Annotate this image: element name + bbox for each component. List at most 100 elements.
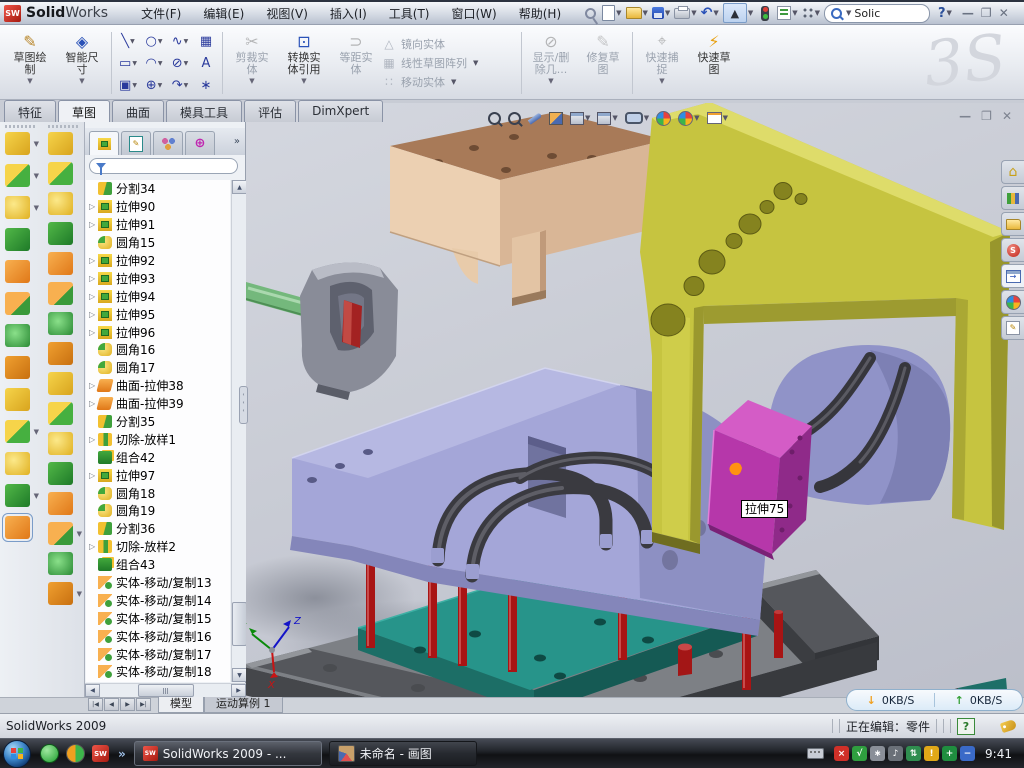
doc-tab-模型[interactable]: 模型 [158, 697, 204, 713]
tree-item[interactable]: 圆角18 [86, 484, 230, 502]
tree-item[interactable]: ▷曲面-拉伸38 [86, 377, 230, 395]
feature-toolbar-icon[interactable] [48, 462, 73, 485]
taskbar-task-SolidWorks 2009 - ...[interactable]: SWSolidWorks 2009 - ... [134, 741, 322, 766]
help-button[interactable]: ? [938, 6, 946, 21]
tree-item[interactable]: 实体-移动/复制17 [86, 645, 230, 663]
tree-vertical-scrollbar[interactable]: ▲ ▼ [231, 180, 246, 682]
feature-toolbar-icon[interactable] [48, 132, 73, 155]
menu-帮助H[interactable]: 帮助(H) [508, 1, 572, 26]
shield-plus-icon[interactable]: + [942, 746, 957, 761]
annotations-icon[interactable]: ▼ [707, 112, 728, 124]
tree-item[interactable]: ▷拉伸95 [86, 305, 230, 323]
feature-toolbar-icon[interactable] [48, 342, 73, 365]
scroll-up-button[interactable]: ▲ [232, 180, 247, 194]
tab-特征[interactable]: 特征 [4, 100, 56, 122]
tree-item[interactable]: 组合42 [86, 448, 230, 466]
feature-toolbar-icon[interactable] [48, 252, 73, 275]
dropdown-icon[interactable]: ▼ [249, 77, 254, 85]
propertymanager-tab[interactable]: ✎ [121, 131, 151, 155]
restore-button[interactable]: ❐ [981, 7, 992, 19]
tree-item[interactable]: ▷切除-放样2 [86, 538, 230, 556]
feature-toolbar-icon[interactable]: ▼ [5, 132, 30, 155]
tree-item[interactable]: 圆角15 [86, 234, 230, 252]
dimxpertmanager-tab[interactable]: ⊕ [185, 131, 215, 155]
expand-arrow-icon[interactable]: ▷ [89, 310, 98, 319]
tree-horizontal-scrollbar[interactable]: ◀ ▶ [85, 683, 246, 697]
security-ball-icon[interactable] [66, 744, 85, 763]
scene-icon[interactable]: ▼ [678, 111, 699, 126]
menu-工具T[interactable]: 工具(T) [378, 1, 441, 26]
feature-toolbar-icon[interactable] [48, 222, 73, 245]
sketch-entity-icon[interactable]: ╲▼ [115, 30, 141, 52]
hide-show-items-icon[interactable]: ▼ [625, 112, 649, 124]
menu-视图V[interactable]: 视图(V) [255, 1, 319, 26]
tree-item[interactable]: ▷拉伸96 [86, 323, 230, 341]
start-button[interactable] [3, 740, 31, 768]
undo-icon[interactable]: ↶▼ [701, 4, 719, 22]
minimize-button[interactable]: — [962, 7, 974, 19]
section-view-icon[interactable] [528, 116, 542, 121]
sketch-entity-icon[interactable]: A [193, 52, 219, 74]
doc-nav-button[interactable]: ◀ [104, 698, 119, 711]
scroll-right-button[interactable]: ▶ [231, 684, 246, 697]
menu-编辑E[interactable]: 编辑(E) [192, 1, 255, 26]
file-explorer-icon[interactable] [1001, 212, 1024, 236]
appearances-sphere-icon[interactable] [1001, 290, 1024, 314]
firewall-shield-icon[interactable]: √ [852, 746, 867, 761]
taskbar-task-未命名 - 画图[interactable]: 未命名 - 画图 [329, 741, 477, 766]
shadow-view-icon[interactable] [549, 112, 563, 125]
feature-toolbar-icon[interactable] [48, 552, 73, 575]
antivirus-shield-icon[interactable]: × [834, 746, 849, 761]
feature-toolbar-icon[interactable] [5, 292, 30, 315]
sketch-entity-icon[interactable]: ⊕▼ [141, 74, 167, 96]
sketch-entity-icon[interactable]: ↷▼ [167, 74, 193, 96]
menu-窗口W[interactable]: 窗口(W) [441, 1, 508, 26]
blocked-icon[interactable]: − [960, 746, 975, 761]
toolbar-button-快速草图[interactable]: ⚡快速草 图 [688, 27, 740, 99]
feature-toolbar-icon[interactable]: ▼ [5, 196, 30, 219]
graphics-viewport[interactable]: Z Y X ▼▼▼▼▼ — ❐ ✕ ⌂S→✎ 拉伸75 [246, 103, 1024, 697]
display-style-icon[interactable]: ▼ [570, 112, 590, 125]
tree-item[interactable]: 实体-移动/复制16 [86, 627, 230, 645]
feature-toolbar-icon[interactable] [48, 162, 73, 185]
feature-toolbar-icon[interactable] [48, 192, 73, 215]
search-input[interactable]: ▼ Solic [824, 4, 930, 23]
tree-item[interactable]: 分割34 [86, 180, 230, 198]
doc-minimize-button[interactable]: — [959, 109, 971, 123]
feature-toolbar-icon[interactable] [5, 388, 30, 411]
sketch-entity-icon[interactable]: ◠▼ [141, 52, 167, 74]
feature-toolbar-icon[interactable] [5, 356, 30, 379]
tree-item[interactable]: 分割36 [86, 520, 230, 538]
tree-item[interactable]: ▷拉伸91 [86, 216, 230, 234]
expand-arrow-icon[interactable]: ▷ [89, 542, 98, 551]
tree-item[interactable]: 圆角17 [86, 359, 230, 377]
view-orientation-icon[interactable]: ▼ [597, 112, 617, 125]
scroll-thumb[interactable] [138, 684, 194, 697]
feature-toolbar-icon[interactable] [48, 282, 73, 305]
feature-toolbar-icon[interactable] [5, 324, 30, 347]
feature-toolbar-icon[interactable] [48, 372, 73, 395]
expand-arrow-icon[interactable]: ▷ [89, 274, 98, 283]
zoom-area-icon[interactable] [508, 112, 521, 125]
new-document-icon[interactable]: ▼ [602, 4, 621, 22]
3d-model-canvas[interactable]: Z Y X [246, 103, 1024, 697]
tree-item[interactable]: 圆角16 [86, 341, 230, 359]
expand-arrow-icon[interactable]: ▷ [89, 292, 98, 301]
toolbar-button-移动实体[interactable]: ∷移动实体▼ [382, 74, 518, 90]
dropdown-icon[interactable]: ▼ [301, 77, 306, 85]
tab-模具工具[interactable]: 模具工具 [166, 100, 242, 122]
tree-item[interactable]: ▷拉伸97 [86, 466, 230, 484]
panel-expand-button[interactable]: » [234, 136, 240, 147]
toolbar-button-快速捕捉[interactable]: ⌖快速捕 捉▼ [636, 27, 688, 99]
options-dots-icon[interactable]: ▼ [802, 4, 820, 22]
feature-toolbar-icon[interactable]: ▼ [5, 420, 30, 443]
scroll-left-button[interactable]: ◀ [85, 684, 100, 697]
feature-toolbar-icon[interactable]: ▼ [5, 484, 30, 507]
tree-filter-input[interactable] [89, 158, 238, 174]
view-palette-icon[interactable]: → [1001, 264, 1024, 288]
sketch-entity-icon[interactable]: ∗ [193, 74, 219, 96]
toolbar-button-草图绘制[interactable]: ✎草图绘 制▼ [4, 27, 56, 99]
solidworks-search-icon[interactable]: S [1001, 238, 1024, 262]
toolbar-button-转换实体引用[interactable]: ⊡转换实 体引用▼ [278, 27, 330, 99]
menu-插入I[interactable]: 插入(I) [319, 1, 378, 26]
